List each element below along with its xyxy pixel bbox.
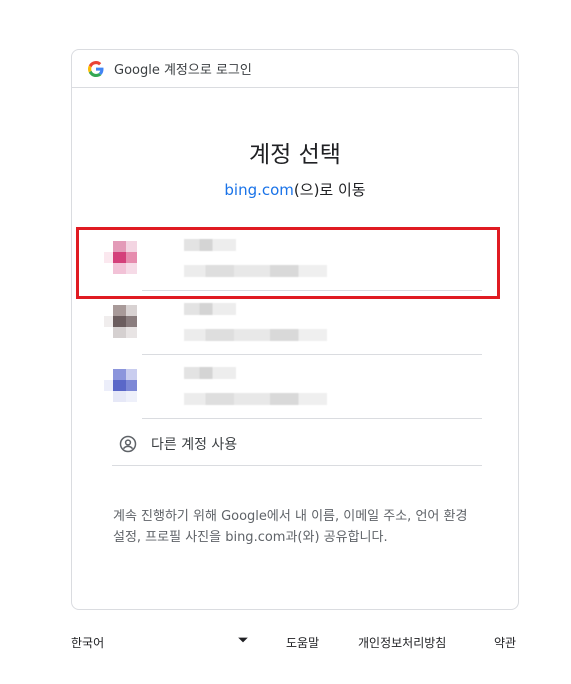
account-item-1[interactable] (102, 227, 482, 291)
privacy-link[interactable]: 개인정보처리방침 (358, 634, 446, 651)
footer: 한국어 도움말 개인정보처리방침 약관 (71, 632, 521, 652)
google-logo-icon (88, 60, 104, 77)
account-email-redacted (184, 265, 327, 277)
page-subtitle: bing.com(으)로 이동 (72, 179, 518, 200)
terms-link[interactable]: 약관 (494, 634, 516, 651)
account-email-redacted (184, 393, 327, 405)
account-name-redacted (184, 303, 236, 315)
avatar-block (113, 380, 126, 391)
avatar-block (113, 305, 126, 316)
avatar-block (113, 327, 126, 338)
account-avatar (104, 241, 137, 274)
destination-link[interactable]: bing.com (224, 181, 294, 199)
account-item-3[interactable] (102, 355, 482, 419)
account-name-redacted (184, 367, 236, 379)
language-selector[interactable]: 한국어 (71, 634, 104, 651)
subtitle-rest: (으)로 이동 (293, 181, 366, 199)
chevron-down-icon[interactable] (237, 634, 249, 646)
avatar-block (113, 252, 126, 263)
avatar-block (113, 316, 126, 327)
card-header: Google 계정으로 로그인 (72, 50, 518, 88)
account-item-2[interactable] (102, 291, 482, 355)
header-brand-text: Google 계정으로 로그인 (114, 63, 252, 78)
account-avatar (104, 369, 137, 402)
page-title: 계정 선택 (249, 142, 341, 168)
avatar-block (113, 391, 126, 402)
account-email-redacted (184, 329, 327, 341)
account-avatar (104, 305, 137, 338)
account-name-redacted (184, 239, 236, 251)
help-link[interactable]: 도움말 (286, 634, 319, 651)
avatar-block (113, 369, 126, 380)
divider (142, 418, 482, 419)
use-another-account-label: 다른 계정 사용 (151, 437, 238, 453)
avatar-block (113, 241, 126, 252)
avatar-block (113, 263, 126, 274)
account-circle-icon (119, 435, 137, 453)
use-another-account-button[interactable]: 다른 계정 사용 (112, 422, 482, 466)
data-sharing-notice: 계속 진행하기 위해 Google에서 내 이름, 이메일 주소, 언어 환경설… (113, 509, 468, 545)
sign-in-card: Google 계정으로 로그인 계정 선택 bing.com(으)로 이동 다른… (71, 49, 519, 610)
divider (112, 465, 482, 466)
